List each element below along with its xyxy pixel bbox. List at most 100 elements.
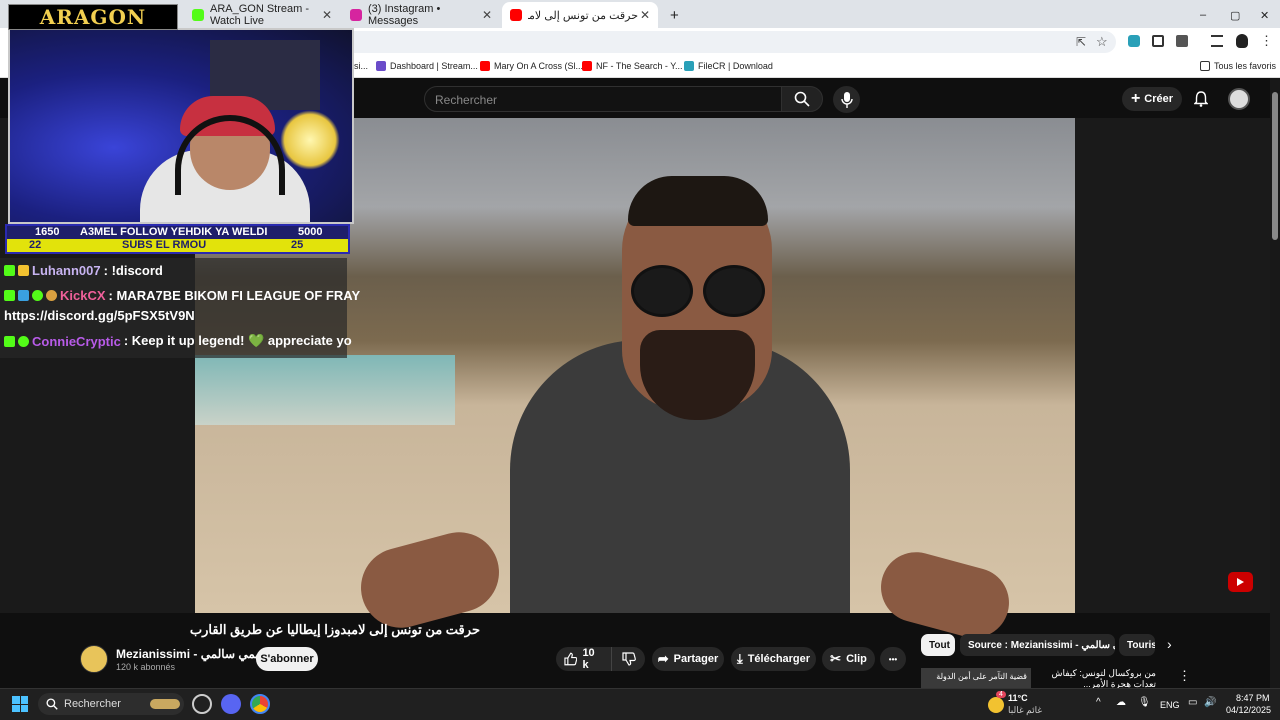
kick-icon bbox=[192, 9, 204, 21]
maximize-button[interactable]: ▢ bbox=[1222, 2, 1248, 28]
subscribe-button[interactable]: S'abonner bbox=[256, 647, 318, 671]
puzzle-icon[interactable] bbox=[1176, 35, 1188, 47]
chip-source[interactable]: Source : Mezianissimi - فهمي سالمي bbox=[960, 634, 1115, 656]
tab-youtube-video[interactable]: حرقت من تونس إلى لامبدوزا إيطا... ✕ bbox=[502, 2, 658, 28]
thumbs-up-icon bbox=[564, 652, 578, 666]
video-title: حرقت من تونس إلى لامبدوزا إيطاليا عن طري… bbox=[189, 622, 480, 637]
stream-goal-bar: 1650 A3MEL FOLLOW YEHDIK YA WELDI 5000 2… bbox=[5, 224, 350, 254]
notifications-button[interactable] bbox=[1190, 88, 1212, 110]
download-button[interactable]: ⤓ Télécharger bbox=[731, 647, 816, 671]
close-window-button[interactable]: ✕ bbox=[1252, 2, 1277, 28]
screenshot-icon[interactable] bbox=[1152, 35, 1164, 47]
more-actions-button[interactable]: ••• bbox=[880, 647, 906, 671]
channel-avatar[interactable] bbox=[80, 645, 108, 673]
extension-icon[interactable] bbox=[1128, 35, 1140, 47]
bookmark-label: Tous les favoris bbox=[1214, 61, 1277, 71]
install-icon[interactable]: ⇱ bbox=[1076, 35, 1086, 49]
network-icon[interactable]: ▭ bbox=[1188, 697, 1197, 708]
subscribe-watermark-icon[interactable] bbox=[1228, 572, 1253, 592]
chip-tourism[interactable]: Touris bbox=[1119, 634, 1155, 656]
bookmark-label: Mary On A Cross (Sl... bbox=[494, 61, 584, 71]
sunglasses bbox=[625, 265, 770, 320]
follow-goal-text: A3MEL FOLLOW YEHDIK YA WELDI bbox=[80, 226, 268, 238]
kick-badge-icon bbox=[4, 265, 15, 276]
subscriber-count: 120 k abonnés bbox=[116, 662, 176, 672]
bookmark-item[interactable]: NF - The Search - Y... bbox=[582, 61, 683, 71]
weather-icon[interactable] bbox=[988, 697, 1004, 713]
chat-text: : !discord bbox=[103, 263, 163, 278]
mic-icon bbox=[840, 91, 853, 108]
volume-icon[interactable]: 🔊 bbox=[1204, 697, 1216, 708]
verified-badge-icon bbox=[32, 290, 43, 301]
chrome-icon[interactable] bbox=[250, 694, 270, 714]
subs-goal-target: 25 bbox=[291, 239, 304, 251]
task-view-icon[interactable] bbox=[192, 694, 212, 714]
more-vert-icon[interactable]: ⋮ bbox=[1178, 668, 1191, 684]
recommended-thumbnail[interactable]: قضية التآمر على أمن الدولة bbox=[921, 668, 1031, 688]
chat-text: : MARA7BE BIKOM FI LEAGUE OF FRAY bbox=[108, 288, 361, 303]
share-label: Partager bbox=[673, 653, 719, 665]
tab-instagram[interactable]: (3) Instagram • Messages ✕ bbox=[342, 2, 500, 28]
tab-aragon-stream[interactable]: ARA_GON Stream - Watch Live ✕ bbox=[184, 2, 340, 28]
bookmark-item[interactable]: Mary On A Cross (Sl... bbox=[480, 61, 583, 71]
close-icon[interactable]: ✕ bbox=[482, 8, 492, 22]
profile-icon[interactable] bbox=[1236, 34, 1248, 48]
filecr-icon bbox=[684, 61, 694, 71]
chat-username: ConnieCryptic bbox=[32, 333, 121, 349]
chat-message: KickCX : MARA7BE BIKOM FI LEAGUE OF FRAY bbox=[4, 288, 360, 303]
bot-badge-icon bbox=[18, 290, 29, 301]
clock-date[interactable]: 04/12/2025 bbox=[1226, 705, 1271, 715]
clock-time[interactable]: 8:47 PM bbox=[1236, 693, 1270, 703]
subs-goal-current: 22 bbox=[29, 239, 42, 251]
follow-goal-row: 1650 A3MEL FOLLOW YEHDIK YA WELDI 5000 bbox=[7, 226, 348, 239]
close-icon[interactable]: ✕ bbox=[322, 8, 332, 22]
close-icon[interactable]: ✕ bbox=[640, 8, 650, 22]
recommended-title[interactable]: من بروكسال لتونس: كيفاش تعدات هجرة الأمر… bbox=[1036, 668, 1156, 688]
bookmark-item[interactable]: FileCR | Download bbox=[684, 61, 773, 71]
cloud-icon[interactable]: ☁ bbox=[1116, 697, 1126, 708]
youtube-icon bbox=[510, 9, 522, 21]
discord-icon[interactable] bbox=[221, 694, 241, 714]
kick-badge-icon bbox=[4, 290, 15, 301]
windows-start-icon[interactable] bbox=[12, 696, 28, 712]
chip-all[interactable]: Tout bbox=[921, 634, 955, 656]
bookmark-item[interactable]: Dashboard | Stream... bbox=[376, 61, 478, 71]
all-bookmarks[interactable]: Tous les favoris bbox=[1200, 61, 1276, 71]
taskbar-search[interactable]: Rechercher bbox=[38, 693, 184, 715]
voice-search-button[interactable] bbox=[833, 86, 860, 113]
play-icon bbox=[1237, 578, 1244, 586]
address-bar[interactable]: ⇱ ☆ bbox=[340, 31, 1116, 53]
reading-list-icon[interactable] bbox=[1211, 35, 1223, 47]
mic-icon[interactable]: 🎙 bbox=[1138, 697, 1151, 708]
search-highlight-icon bbox=[150, 699, 180, 709]
share-button[interactable]: ➦ Partager bbox=[652, 647, 724, 671]
minimize-button[interactable]: – bbox=[1192, 2, 1214, 28]
streamlabs-icon bbox=[376, 61, 386, 71]
clip-label: Clip bbox=[846, 653, 867, 665]
chat-text: : Keep it up legend! 💚 appreciate yo bbox=[123, 333, 352, 348]
menu-icon[interactable]: ⋮ bbox=[1260, 33, 1273, 49]
scrollbar-thumb[interactable] bbox=[1272, 92, 1278, 240]
download-label: Télécharger bbox=[747, 653, 811, 665]
chevron-up-icon[interactable]: ^ bbox=[1096, 697, 1101, 708]
star-icon[interactable]: ☆ bbox=[1096, 34, 1108, 50]
like-button[interactable]: 10 k bbox=[556, 647, 611, 671]
follow-goal-current: 1650 bbox=[35, 226, 60, 238]
channel-name[interactable]: Mezianissimi - فهمي سالمي ● bbox=[116, 647, 276, 661]
chat-text: https://discord.gg/5pFSX5tV9N bbox=[4, 308, 195, 323]
chat-username: KickCX bbox=[60, 288, 106, 303]
bookmark-label: FileCR | Download bbox=[698, 61, 773, 71]
new-tab-button[interactable]: + bbox=[662, 2, 687, 28]
instagram-icon bbox=[350, 9, 362, 21]
bookmark-item[interactable]: si... bbox=[354, 61, 368, 71]
plus-icon: + bbox=[1130, 90, 1141, 107]
language-indicator[interactable]: ENG bbox=[1160, 700, 1180, 710]
youtube-icon bbox=[480, 61, 490, 71]
chevron-right-icon[interactable]: › bbox=[1167, 636, 1172, 652]
account-avatar[interactable] bbox=[1228, 88, 1250, 110]
search-input[interactable]: Rechercher bbox=[424, 86, 782, 112]
clip-button[interactable]: ✂ Clip bbox=[822, 647, 875, 671]
create-button[interactable]: + Créer bbox=[1122, 87, 1182, 111]
dislike-button[interactable] bbox=[611, 647, 645, 671]
search-button[interactable] bbox=[781, 86, 823, 112]
